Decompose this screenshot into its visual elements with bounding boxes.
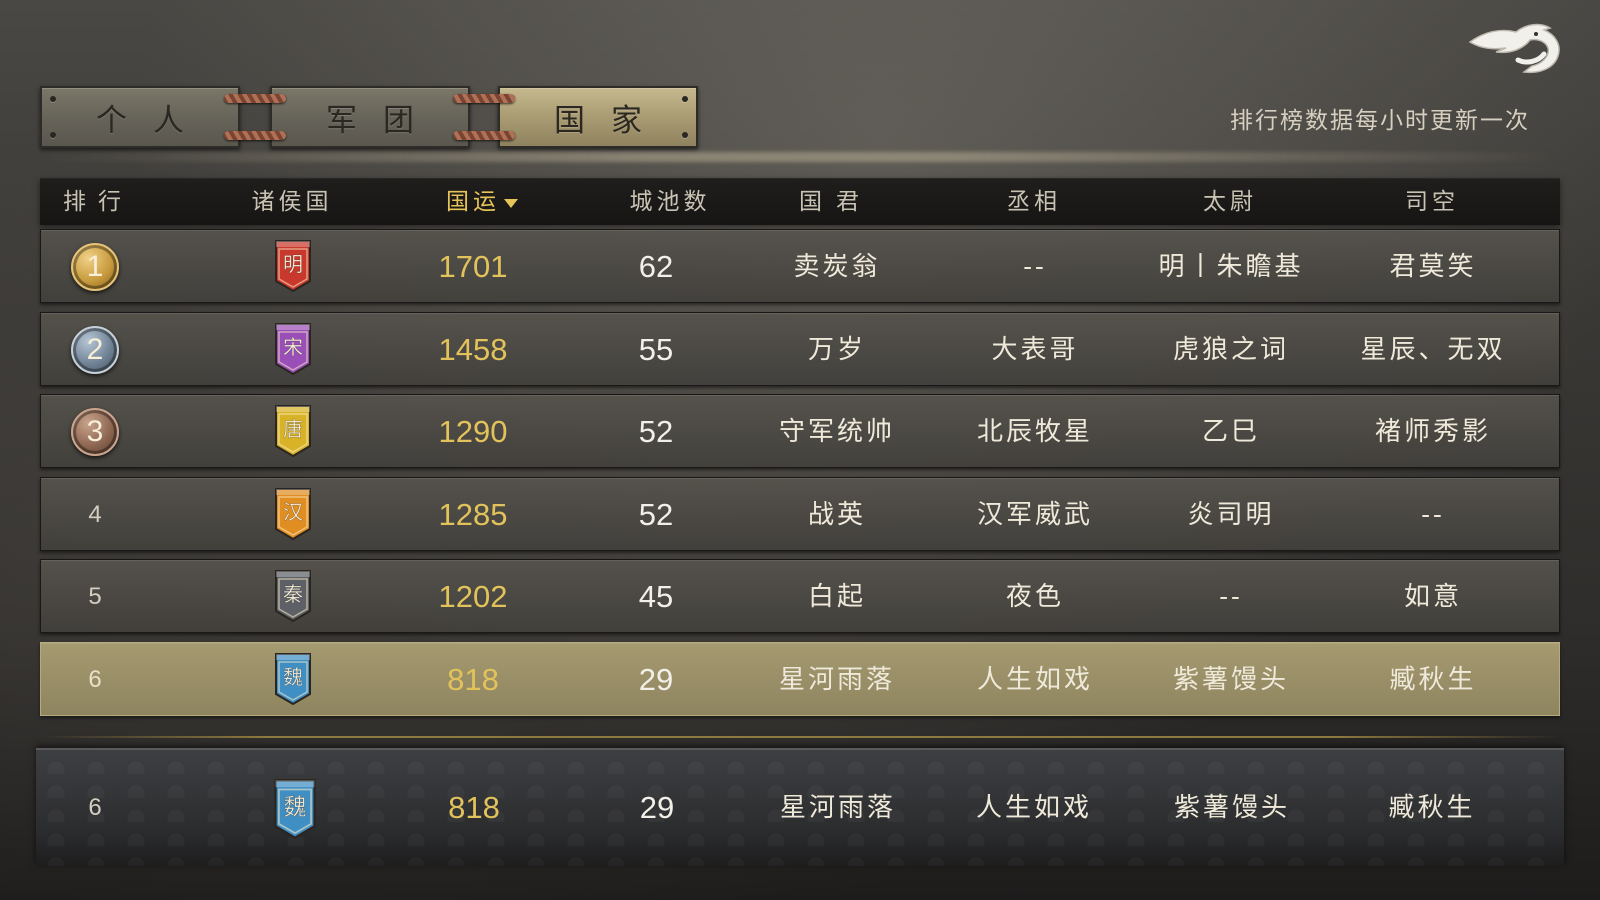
header-national-luck-label: 国运	[446, 189, 500, 215]
national-luck-value: 1290	[438, 414, 508, 449]
national-luck-value: 1202	[438, 579, 508, 614]
divider	[40, 152, 1560, 162]
minister-name: 君莫笑	[1389, 252, 1477, 282]
minister-name: 臧秋生	[1389, 664, 1477, 695]
marshal-name: 乙巳	[1201, 417, 1261, 447]
header-rank: 排行	[63, 189, 133, 215]
ruler-name: 万岁	[807, 334, 867, 365]
rope-decoration	[224, 94, 286, 103]
rope-decoration	[224, 131, 286, 140]
header-chancellor: 丞相	[1007, 189, 1061, 215]
rank-number: 6	[88, 665, 102, 693]
rank-medal-icon: 3	[71, 408, 119, 456]
self-rank: 6	[88, 794, 102, 821]
rank-number: 5	[88, 583, 102, 610]
header-minister: 司空	[1405, 189, 1459, 215]
cities-value: 52	[638, 414, 674, 449]
ruler-name: 守军统帅	[778, 417, 896, 447]
minister-name: --	[1421, 499, 1445, 530]
nation-flag-icon: 唐	[272, 404, 314, 458]
chancellor-name: 北辰牧星	[976, 417, 1094, 447]
category-tabs: 个人 军团 国家	[40, 86, 710, 148]
header-nation: 诸侯国	[251, 189, 333, 215]
minister-name: 褚师秀影	[1374, 417, 1492, 447]
self-cities: 29	[639, 790, 675, 825]
ruler-name: 白起	[807, 582, 867, 612]
tab-personal[interactable]: 个人	[40, 86, 240, 148]
ruler-name: 星河雨落	[778, 664, 896, 695]
ruler-name: 卖炭翁	[793, 252, 881, 282]
rank-medal-icon: 2	[71, 325, 119, 374]
chancellor-name: 人生如戏	[976, 664, 1094, 695]
table-header: 排行 诸侯国 国运 城池数 国君 丞相 太尉 司空	[40, 178, 1560, 225]
header-cities: 城池数	[629, 189, 711, 215]
self-minister: 臧秋生	[1388, 793, 1476, 823]
self-ruler: 星河雨落	[779, 793, 897, 823]
svg-text:唐: 唐	[283, 417, 303, 441]
self-chancellor: 人生如戏	[975, 793, 1093, 823]
marshal-name: 明丨朱瞻基	[1158, 252, 1304, 282]
marshal-name: 炎司明	[1187, 499, 1275, 530]
table-row[interactable]: 4 汉 1285 52 战英 汉军威武 炎司明 --	[40, 476, 1560, 551]
tab-label: 个人	[96, 102, 210, 139]
cities-value: 29	[638, 661, 674, 697]
chancellor-name: 大表哥	[991, 334, 1079, 365]
chancellor-name: 夜色	[1005, 582, 1065, 612]
svg-text:魏: 魏	[284, 795, 307, 821]
rank-number: 3	[86, 415, 104, 448]
svg-text:明: 明	[283, 252, 303, 276]
rank-number: 1	[86, 250, 104, 283]
tab-label: 军团	[326, 102, 440, 139]
national-luck-value: 1701	[438, 249, 508, 284]
tab-label: 国家	[554, 102, 668, 139]
svg-text:秦: 秦	[283, 582, 303, 606]
cities-value: 45	[638, 579, 674, 614]
nation-flag-icon: 魏	[270, 778, 320, 840]
table-row[interactable]: 6 魏 818 29 星河雨落 人生如戏 紫薯馒头 臧秋生	[40, 641, 1560, 716]
cities-value: 55	[638, 331, 674, 367]
table-row[interactable]: 3 唐 1290 52 守军统帅 北辰牧星 乙巳 褚师秀影	[40, 394, 1560, 468]
dragon-back-icon[interactable]	[1466, 20, 1566, 78]
nation-flag-icon: 秦	[272, 569, 314, 623]
divider	[40, 736, 1560, 738]
minister-name: 如意	[1403, 582, 1463, 612]
rope-decoration	[453, 131, 515, 140]
nation-flag-icon: 明	[272, 239, 314, 293]
chancellor-name: 汉军威武	[976, 499, 1094, 530]
tab-nation[interactable]: 国家	[498, 86, 698, 148]
nation-flag-icon: 魏	[272, 652, 314, 706]
update-notice: 排行榜数据每小时更新一次	[1230, 108, 1530, 134]
marshal-name: 虎狼之词	[1172, 334, 1290, 365]
ruler-name: 战英	[807, 499, 867, 530]
tab-legion[interactable]: 军团	[270, 86, 470, 148]
my-nation-row: 6 魏 818 29 星河雨落 人生如戏 紫薯馒头 臧秋生	[36, 748, 1564, 888]
self-national-luck: 818	[448, 790, 500, 825]
minister-name: 星辰、无双	[1360, 334, 1506, 365]
table-row[interactable]: 1 明 1701 62 卖炭翁 -- 明丨朱瞻基 君莫笑	[40, 229, 1560, 303]
sort-desc-icon	[504, 198, 518, 208]
header-national-luck[interactable]: 国运	[446, 179, 518, 226]
rank-number: 4	[88, 500, 102, 528]
rank-number: 2	[86, 332, 104, 366]
svg-text:宋: 宋	[283, 335, 303, 359]
header-ruler: 国君	[799, 189, 873, 215]
national-luck-value: 1458	[438, 331, 508, 367]
marshal-name: 紫薯馒头	[1172, 664, 1290, 695]
cities-value: 52	[638, 496, 674, 532]
chancellor-name: --	[1023, 252, 1047, 282]
table-row[interactable]: 5 秦 1202 45 白起 夜色 -- 如意	[40, 559, 1560, 633]
national-luck-value: 818	[447, 661, 499, 697]
rope-decoration	[453, 94, 515, 103]
cities-value: 62	[638, 249, 674, 284]
nation-flag-icon: 汉	[272, 487, 314, 541]
svg-text:魏: 魏	[283, 665, 303, 689]
self-marshal: 紫薯馒头	[1173, 793, 1291, 823]
marshal-name: --	[1219, 582, 1243, 612]
svg-text:汉: 汉	[283, 500, 303, 524]
rank-medal-icon: 1	[71, 243, 119, 291]
table-row[interactable]: 2 宋 1458 55 万岁 大表哥 虎狼之词 星辰、无双	[40, 311, 1560, 386]
nation-flag-icon: 宋	[272, 322, 314, 376]
header-marshal: 太尉	[1203, 189, 1257, 215]
national-luck-value: 1285	[438, 496, 508, 532]
